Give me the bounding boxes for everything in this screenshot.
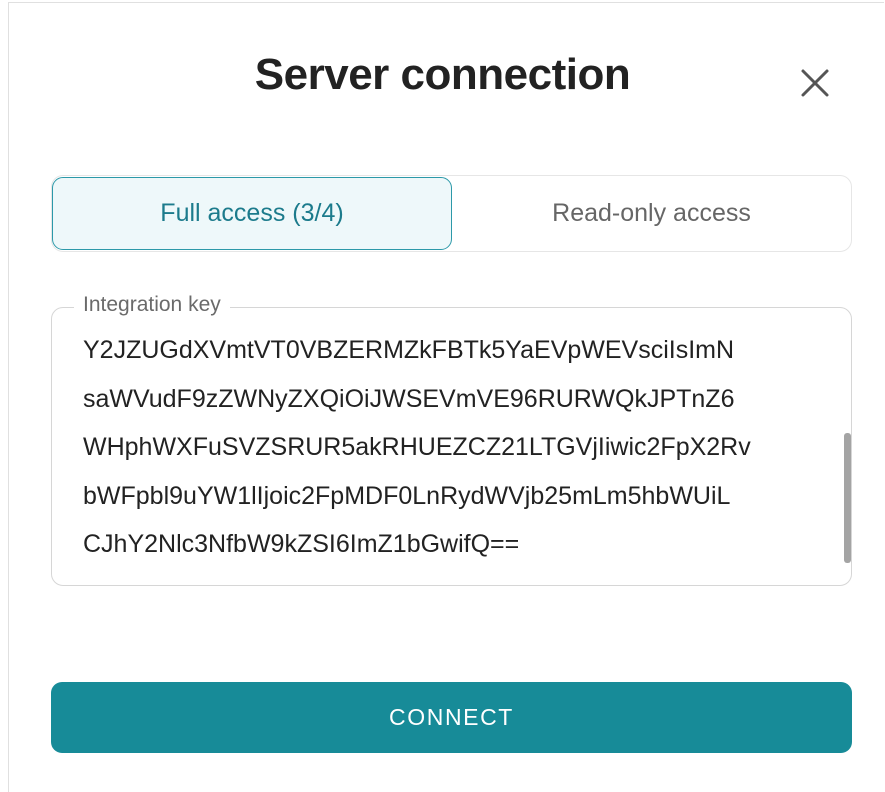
tab-read-only-access[interactable]: Read-only access: [452, 176, 851, 251]
dialog-title: Server connection: [254, 50, 631, 99]
access-tabs: Full access (3/4) Read-only access: [51, 175, 852, 252]
integration-key-scrollbar[interactable]: [844, 328, 851, 568]
integration-key-label: Integration key: [74, 293, 230, 317]
close-button[interactable]: [790, 60, 840, 106]
connect-button[interactable]: CONNECT: [51, 682, 852, 753]
scrollbar-thumb[interactable]: [844, 433, 851, 563]
integration-key-value[interactable]: Y2JZUGdXVmtVT0VBZERMZkFBTk5YaEVpWEVsciIs…: [83, 326, 823, 569]
close-icon: [801, 69, 829, 97]
tab-full-access[interactable]: Full access (3/4): [52, 177, 452, 250]
integration-key-field[interactable]: Integration key Y2JZUGdXVmtVT0VBZERMZkFB…: [51, 293, 852, 586]
